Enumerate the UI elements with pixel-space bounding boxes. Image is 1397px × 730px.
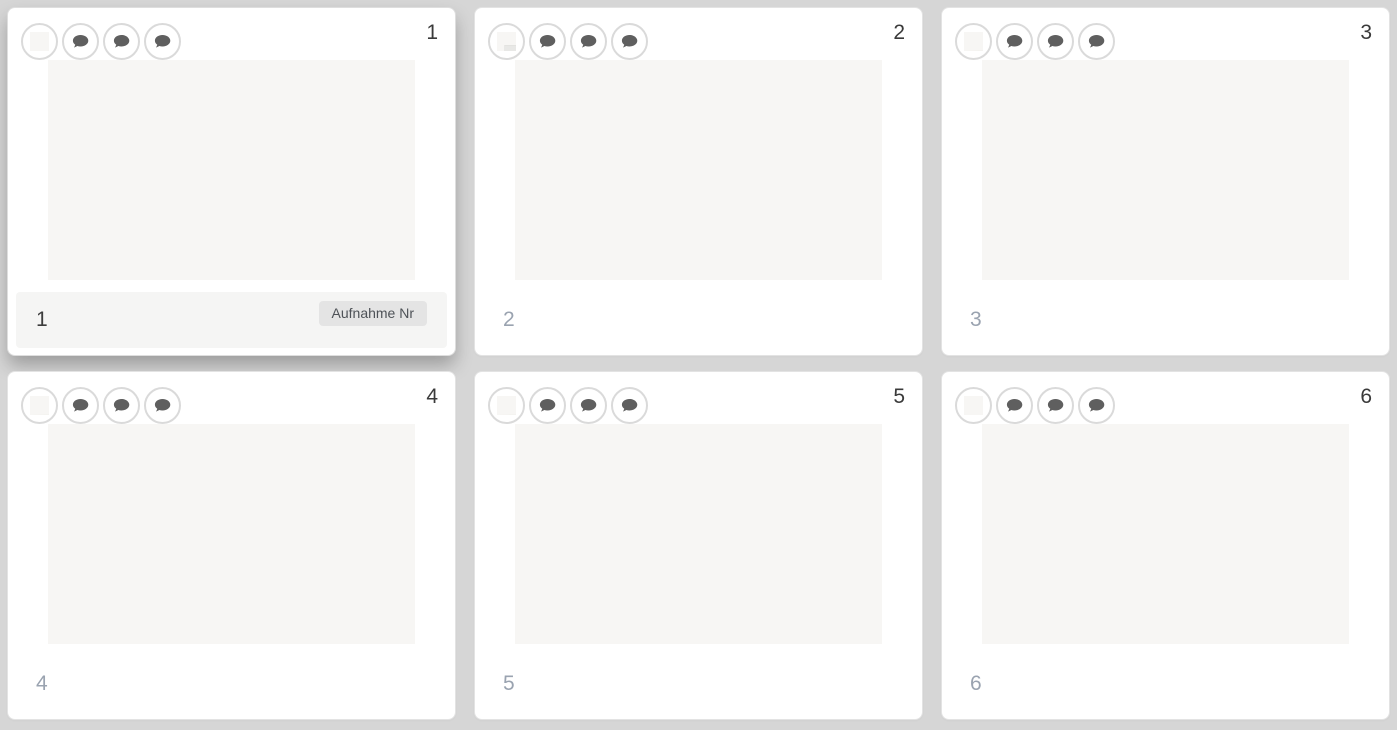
ellipsis-icon: Lange StraßeAm StadtwallAm StadtgrabenLu… xyxy=(30,32,49,51)
page: { "page": { "background_color": "#d6d6d6… xyxy=(0,0,1397,730)
card-action-buttons: Bruno KleineWeberstraßeDelmenhorstWittek… xyxy=(955,387,1115,424)
map-card-6[interactable]: Bruno KleineWeberstraßeDelmenhorstWittek… xyxy=(942,372,1389,719)
ellipsis-icon: straßeDelmenhorstttekindstraßeuisenstraß… xyxy=(497,396,516,415)
map-thumbnail[interactable] xyxy=(515,424,882,644)
speech-bubble-icon xyxy=(112,396,131,415)
comment-button-3[interactable] xyxy=(1078,23,1115,60)
card-number: 1 xyxy=(426,20,438,45)
map-card-5[interactable]: straßeDelmenhorstttekindstraßeuisenstraß… xyxy=(475,372,922,719)
comment-button-2[interactable] xyxy=(1037,387,1074,424)
comment-button-3[interactable] xyxy=(611,387,648,424)
speech-bubble-icon xyxy=(153,396,172,415)
map-thumbnail[interactable] xyxy=(48,424,415,644)
speech-bubble-icon xyxy=(71,32,90,51)
footer-number: 1 xyxy=(36,309,48,330)
map-canvas xyxy=(48,424,415,644)
speech-bubble-icon xyxy=(1046,396,1065,415)
ellipsis-icon: ßeRichtstraßeWolleparkHeinrich-Dodgen-St… xyxy=(497,32,516,51)
ellipsis-icon: straßeDelmenhorstttekindstraßeuisenstraß… xyxy=(30,396,49,415)
comment-button-1[interactable] xyxy=(996,387,1033,424)
map-thumbnail[interactable] xyxy=(515,60,882,280)
map-card-2[interactable]: ßeRichtstraßeWolleparkHeinrich-Dodgen-St… xyxy=(475,8,922,355)
comment-button-3[interactable] xyxy=(611,23,648,60)
comment-button-1[interactable] xyxy=(996,23,1033,60)
more-options-button[interactable]: straßeDelmenhorstttekindstraßeuisenstraß… xyxy=(955,23,992,60)
map-card-3[interactable]: straßeDelmenhorstttekindstraßeuisenstraß… xyxy=(942,8,1389,355)
speech-bubble-icon xyxy=(620,396,639,415)
more-options-button[interactable]: Lange StraßeAm StadtwallAm StadtgrabenLu… xyxy=(21,23,58,60)
speech-bubble-icon xyxy=(538,32,557,51)
comment-button-2[interactable] xyxy=(570,387,607,424)
speech-bubble-icon xyxy=(112,32,131,51)
card-number: 3 xyxy=(1360,20,1372,45)
comment-button-1[interactable] xyxy=(529,387,566,424)
aufnahme-badge[interactable]: Aufnahme Nr xyxy=(319,301,427,326)
speech-bubble-icon xyxy=(620,32,639,51)
card-footer: 5 xyxy=(483,656,914,712)
card-action-buttons: straßeDelmenhorstttekindstraßeuisenstraß… xyxy=(955,23,1115,60)
comment-button-1[interactable] xyxy=(529,23,566,60)
speech-bubble-icon xyxy=(538,396,557,415)
speech-bubble-icon xyxy=(1087,396,1106,415)
comment-button-2[interactable] xyxy=(570,23,607,60)
speech-bubble-icon xyxy=(1005,32,1024,51)
card-footer: 4 xyxy=(16,656,447,712)
comment-button-1[interactable] xyxy=(62,387,99,424)
speech-bubble-icon xyxy=(579,396,598,415)
card-number: 6 xyxy=(1360,384,1372,409)
speech-bubble-icon xyxy=(1087,32,1106,51)
more-options-button[interactable]: ßeRichtstraßeWolleparkHeinrich-Dodgen-St… xyxy=(488,23,525,60)
card-footer: 1 Aufnahme Nr xyxy=(16,292,447,348)
map-card-4[interactable]: straßeDelmenhorstttekindstraßeuisenstraß… xyxy=(8,372,455,719)
comment-button-2[interactable] xyxy=(103,23,140,60)
card-number: 2 xyxy=(893,20,905,45)
card-action-buttons: straßeDelmenhorstttekindstraßeuisenstraß… xyxy=(21,387,181,424)
more-options-button[interactable]: straßeDelmenhorstttekindstraßeuisenstraß… xyxy=(21,387,58,424)
card-footer: 6 xyxy=(950,656,1381,712)
card-number: 4 xyxy=(426,384,438,409)
footer-number: 3 xyxy=(970,309,982,330)
map-thumbnail[interactable] xyxy=(48,60,415,280)
speech-bubble-icon xyxy=(71,396,90,415)
card-grid: Lange StraßeAm StadtwallAm StadtgrabenLu… xyxy=(0,0,1397,727)
comment-button-2[interactable] xyxy=(1037,23,1074,60)
speech-bubble-icon xyxy=(1005,396,1024,415)
map-thumbnail[interactable] xyxy=(982,424,1349,644)
card-footer: 2 xyxy=(483,292,914,348)
card-number: 5 xyxy=(893,384,905,409)
speech-bubble-icon xyxy=(1046,32,1065,51)
card-action-buttons: ßeRichtstraßeWolleparkHeinrich-Dodgen-St… xyxy=(488,23,648,60)
footer-number: 4 xyxy=(36,673,48,694)
comment-button-2[interactable] xyxy=(103,387,140,424)
card-action-buttons: Lange StraßeAm StadtwallAm StadtgrabenLu… xyxy=(21,23,181,60)
comment-button-3[interactable] xyxy=(144,387,181,424)
speech-bubble-icon xyxy=(153,32,172,51)
map-canvas xyxy=(982,424,1349,644)
card-footer: 3 xyxy=(950,292,1381,348)
ellipsis-icon: Bruno KleineWeberstraßeDelmenhorstWittek… xyxy=(964,396,983,415)
ellipsis-icon: straßeDelmenhorstttekindstraßeuisenstraß… xyxy=(964,32,983,51)
more-options-button[interactable]: Bruno KleineWeberstraßeDelmenhorstWittek… xyxy=(955,387,992,424)
more-options-button[interactable]: straßeDelmenhorstttekindstraßeuisenstraß… xyxy=(488,387,525,424)
card-action-buttons: straßeDelmenhorstttekindstraßeuisenstraß… xyxy=(488,387,648,424)
comment-button-3[interactable] xyxy=(144,23,181,60)
map-canvas xyxy=(48,60,415,280)
footer-number: 5 xyxy=(503,673,515,694)
comment-button-3[interactable] xyxy=(1078,387,1115,424)
map-canvas xyxy=(515,424,882,644)
speech-bubble-icon xyxy=(579,32,598,51)
map-canvas xyxy=(515,60,882,280)
map-canvas xyxy=(982,60,1349,280)
footer-number: 2 xyxy=(503,309,515,330)
footer-number: 6 xyxy=(970,673,982,694)
comment-button-1[interactable] xyxy=(62,23,99,60)
map-card-1[interactable]: Lange StraßeAm StadtwallAm StadtgrabenLu… xyxy=(8,8,455,355)
map-thumbnail[interactable] xyxy=(982,60,1349,280)
